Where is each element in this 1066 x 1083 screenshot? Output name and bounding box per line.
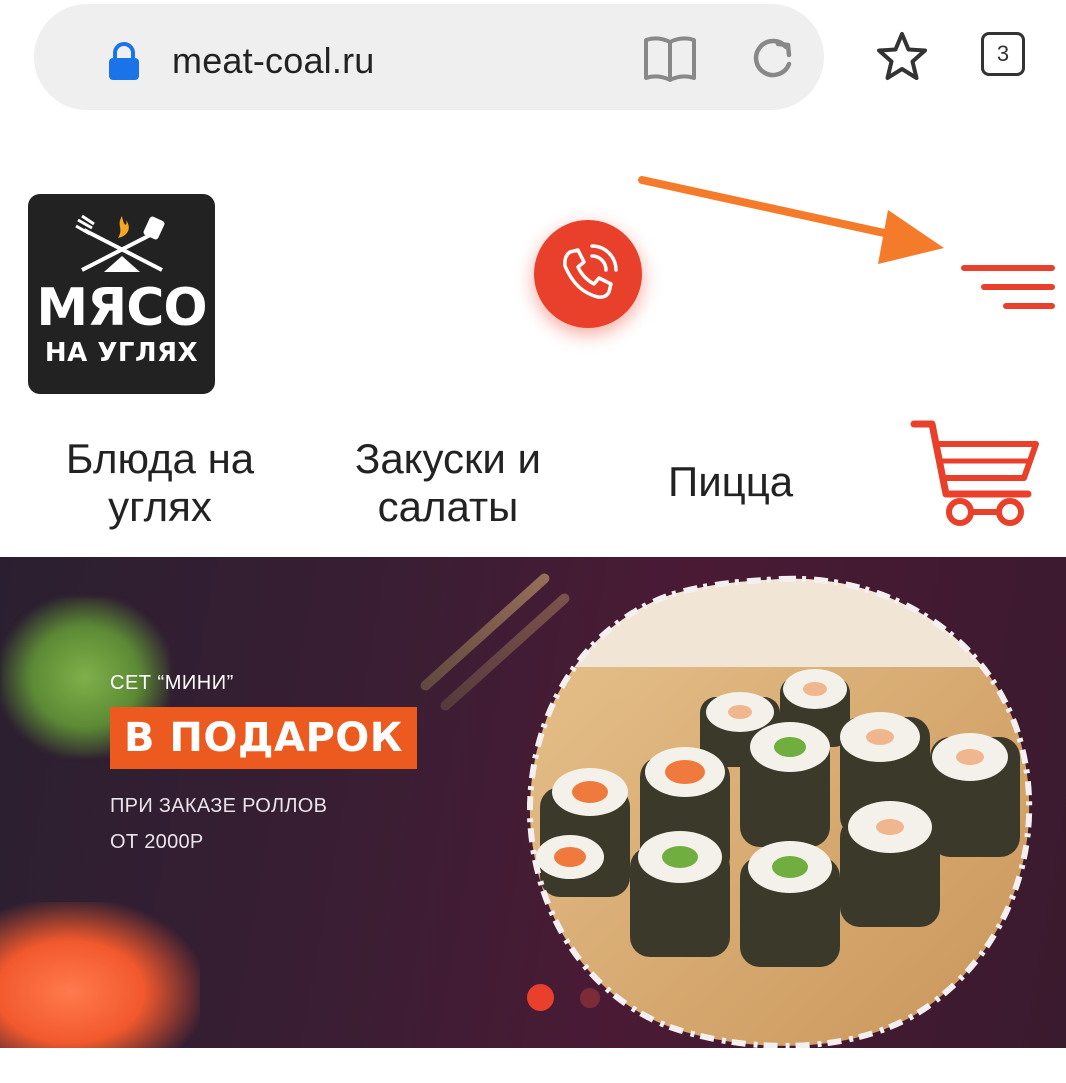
category-scroll-fade — [800, 430, 860, 530]
grill-tools-icon — [75, 214, 165, 272]
lock-icon — [109, 42, 139, 80]
promo-amount: ОТ 2000Р — [110, 831, 204, 853]
phone-call-icon — [563, 244, 618, 299]
sushi-photo — [526, 575, 1033, 1048]
arrow-annotation-icon — [638, 176, 944, 264]
category-snacks-salads[interactable]: Закуски и салаты — [328, 435, 568, 531]
cart-icon[interactable] — [910, 416, 1046, 528]
call-button[interactable] — [534, 220, 642, 328]
banner-salmon-decoration — [0, 902, 200, 1048]
logo-subtitle: НА УГЛЯХ — [44, 338, 199, 368]
category-label: Закуски и — [354, 435, 542, 482]
promo-condition: ПРИ ЗАКАЗЕ РОЛЛОВ — [110, 795, 328, 817]
category-grill-dishes[interactable]: Блюда на углях — [40, 435, 280, 531]
slider-dot[interactable] — [580, 988, 600, 1008]
star-icon[interactable] — [874, 30, 930, 84]
slider-dot-active[interactable] — [527, 984, 554, 1011]
promo-banner[interactable]: СЕТ “МИНИ” В ПОДАРОК ПРИ ЗАКАЗЕ РОЛЛОВ О… — [0, 557, 1066, 1048]
logo-title: МЯСО — [36, 278, 207, 338]
address-bar[interactable]: meat-coal.ru — [34, 4, 824, 110]
tabs-count-button[interactable]: 3 — [981, 32, 1025, 76]
reader-mode-icon[interactable] — [642, 34, 698, 84]
reload-icon[interactable] — [748, 34, 798, 84]
promo-badge: В ПОДАРОК — [110, 707, 417, 769]
menu-icon[interactable] — [960, 262, 1056, 312]
url-text[interactable]: meat-coal.ru — [172, 40, 374, 82]
site-logo[interactable]: МЯСО НА УГЛЯХ — [28, 194, 215, 394]
category-label: Блюда на — [65, 435, 255, 482]
category-label: углях — [108, 483, 212, 530]
category-label: салаты — [377, 483, 519, 530]
promo-set-name: СЕТ “МИНИ” — [110, 672, 234, 694]
